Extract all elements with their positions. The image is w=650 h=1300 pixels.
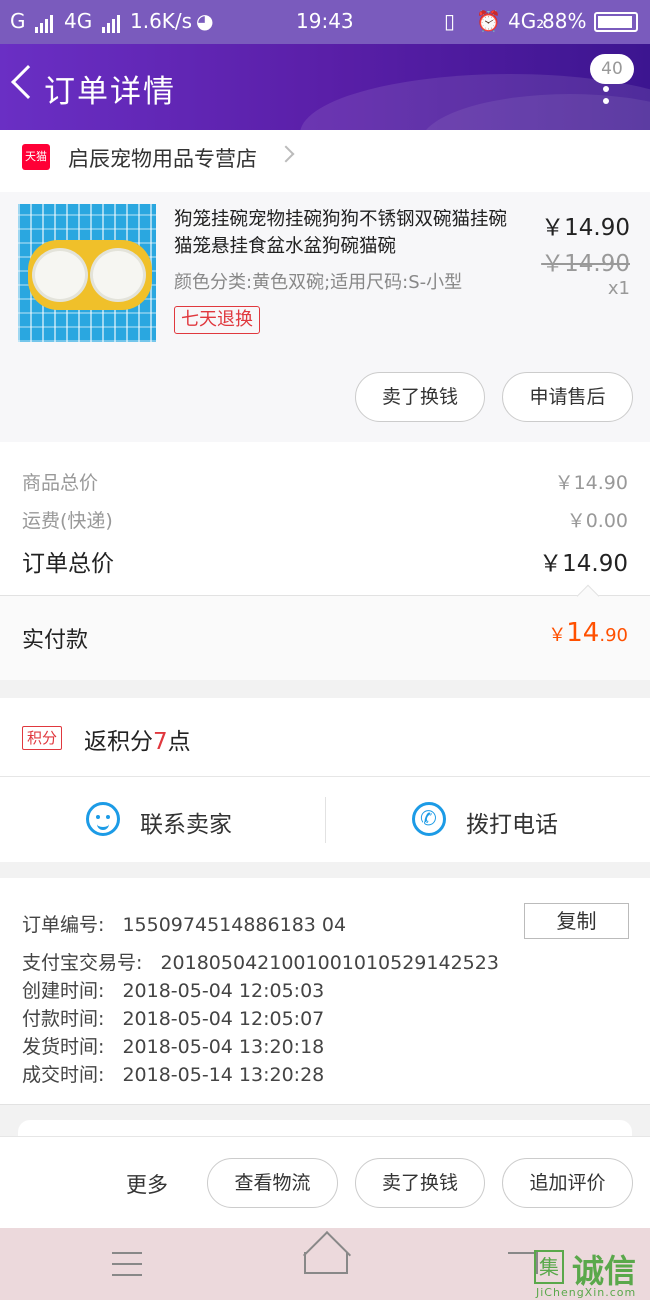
watermark-logo: 集 (534, 1250, 564, 1284)
alarm-icon: ⏰ (476, 9, 501, 33)
product-item[interactable]: 狗笼挂碗宠物挂碗狗狗不锈钢双碗猫挂碗猫笼悬挂食盆水盆狗碗猫碗 颜色分类:黄色双碗… (0, 192, 650, 442)
watermark: 集 诚信 JiChengXin.com (534, 1244, 650, 1300)
divider (325, 797, 326, 843)
points-prefix: 返积分 (84, 729, 153, 755)
after-sale-button[interactable]: 申请售后 (502, 372, 633, 422)
done-label: 成交时间: (22, 1064, 105, 1086)
carrier-label: G (10, 9, 26, 33)
points-tag: 积分 (22, 726, 63, 750)
created-row: 创建时间: 2018-05-04 12:05:03 (22, 976, 324, 1003)
battery-percent: 88% (542, 9, 587, 33)
battery-icon (594, 12, 638, 32)
points-number: 7 (153, 729, 168, 755)
paid-time-label: 付款时间: (22, 1008, 105, 1030)
net-speed: 1.6K/s (130, 9, 193, 33)
home-icon[interactable] (304, 1252, 348, 1274)
created-value: 2018-05-04 12:05:03 (122, 980, 325, 1002)
watermark-url: JiChengXin.com (536, 1286, 637, 1299)
tmall-logo-icon: 天猫 (22, 144, 50, 170)
add-review-button[interactable]: 追加评价 (502, 1158, 633, 1208)
points-suffix: 点 (167, 729, 191, 755)
network-signal: 4G (64, 9, 122, 33)
order-number-label: 订单编号: (22, 914, 105, 936)
status-bar: G 4G 1.6K/s ◕ 19:43 ▯ ⏰ 4G₂ 88% (0, 0, 650, 44)
alipay-label: 支付宝交易号: (22, 952, 143, 974)
product-title[interactable]: 狗笼挂碗宠物挂碗狗狗不锈钢双碗猫挂碗猫笼悬挂食盆水盆狗碗猫碗 (174, 206, 524, 260)
price-summary: 商品总价 ￥14.90 运费(快递) ￥0.00 订单总价 ￥14.90 (0, 442, 650, 596)
globe-icon: ◕ (196, 9, 214, 33)
copy-button[interactable]: 复制 (524, 903, 629, 939)
network-label: 4G (64, 9, 93, 33)
network-right: 4G₂ (508, 9, 545, 33)
chat-smile-icon (86, 802, 120, 836)
product-quantity: x1 (607, 278, 630, 299)
paid-integer: 14 (566, 618, 600, 648)
order-total-row: 订单总价 ￥14.90 (22, 544, 628, 578)
contact-bar: 联系卖家 拨打电话 (0, 776, 650, 862)
alipay-value: 2018050421001001010529142523 (160, 952, 499, 974)
call-phone-label: 拨打电话 (466, 812, 558, 838)
page-header: 订单详情 40 (0, 44, 650, 130)
order-number-row: 订单编号: 1550974514886183 04 (22, 910, 346, 937)
paid-time-value: 2018-05-04 12:05:07 (122, 1008, 325, 1030)
back-arrow-icon[interactable] (11, 65, 45, 99)
goods-total-label: 商品总价 (22, 472, 99, 494)
order-total-label: 订单总价 (22, 551, 114, 577)
done-row: 成交时间: 2018-05-14 13:20:28 (22, 1060, 324, 1087)
order-total-value: ￥14.90 (539, 551, 628, 577)
bottom-action-bar: 更多 查看物流 卖了换钱 追加评价 (0, 1136, 650, 1228)
product-original-price: ￥14.90 (541, 251, 630, 277)
order-number-value: 1550974514886183 04 (122, 914, 347, 936)
paid-row: 实付款 ￥14.90 (0, 596, 650, 680)
vibrate-icon: ▯ (444, 9, 456, 33)
shipped-label: 发货时间: (22, 1036, 105, 1058)
paid-value: ￥14.90 (548, 618, 628, 648)
store-row[interactable]: 天猫 启辰宠物用品专营店 (0, 130, 650, 192)
page-title: 订单详情 (44, 74, 176, 110)
paid-time-row: 付款时间: 2018-05-04 12:05:07 (22, 1004, 324, 1031)
message-count-badge[interactable]: 40 (590, 54, 634, 84)
created-label: 创建时间: (22, 980, 105, 1002)
menu-icon[interactable] (112, 1252, 142, 1276)
done-value: 2018-05-14 13:20:28 (122, 1064, 325, 1086)
order-info: 订单编号: 1550974514886183 04 复制 支付宝交易号: 201… (0, 878, 650, 1104)
product-sku: 颜色分类:黄色双碗;适用尺码:S-小型 (174, 272, 463, 293)
shipping-label: 运费(快递) (22, 510, 113, 532)
sell-button[interactable]: 卖了换钱 (355, 372, 485, 422)
points-text: 返积分7点 (84, 722, 191, 756)
carrier-signal: G (10, 9, 55, 33)
goods-total-row: 商品总价 ￥14.90 (22, 468, 628, 495)
shipping-value: ￥0.00 (566, 510, 628, 532)
alipay-row: 支付宝交易号: 2018050421001001010529142523 (22, 948, 499, 975)
return-policy-tag: 七天退换 (174, 306, 260, 334)
paid-label: 实付款 (22, 628, 89, 653)
shipping-row: 运费(快递) ￥0.00 (22, 506, 628, 533)
clock-time: 19:43 (296, 9, 354, 33)
sell-button[interactable]: 卖了换钱 (355, 1158, 485, 1208)
points-row: 积分 返积分7点 (0, 698, 650, 776)
paid-currency: ￥ (548, 625, 567, 646)
phone-icon (412, 802, 446, 836)
product-image[interactable] (18, 204, 156, 342)
signal-icon (101, 9, 122, 33)
signal-icon (34, 9, 55, 33)
product-price: ￥14.90 (541, 215, 630, 241)
shipped-value: 2018-05-04 13:20:18 (122, 1036, 325, 1058)
divider (0, 1104, 650, 1105)
chevron-right-icon (277, 145, 295, 163)
more-button[interactable]: 更多 (126, 1169, 168, 1199)
view-logistics-button[interactable]: 查看物流 (207, 1158, 338, 1208)
store-name[interactable]: 启辰宠物用品专营店 (68, 143, 257, 173)
goods-total-value: ￥14.90 (554, 472, 628, 494)
contact-seller-label: 联系卖家 (140, 812, 232, 838)
shipped-row: 发货时间: 2018-05-04 13:20:18 (22, 1032, 324, 1059)
paid-decimal: .90 (599, 625, 628, 646)
